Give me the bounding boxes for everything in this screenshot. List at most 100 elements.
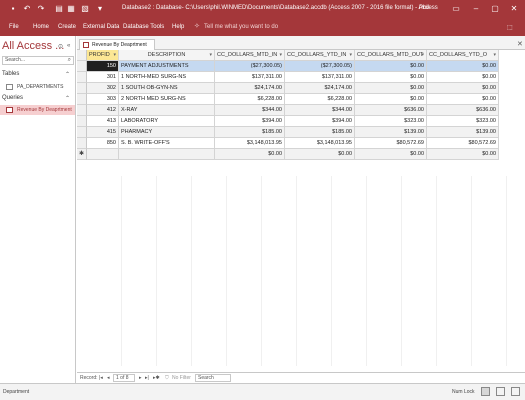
table-cell[interactable]: $3,148,013.95 <box>215 138 285 149</box>
nav-item-pa-departments[interactable]: PA_DEPARTMENTS <box>0 82 75 92</box>
next-record-button[interactable]: ▸ <box>139 375 142 381</box>
nav-group-queries[interactable]: Queries <box>2 95 23 101</box>
row-selector[interactable] <box>77 116 87 127</box>
column-header[interactable]: DESCRIPTION ▾ <box>119 50 215 61</box>
table-cell[interactable]: $3,148,013.95 <box>285 138 355 149</box>
table-cell[interactable]: 2 NORTH MED SURG-NS <box>119 94 215 105</box>
select-all-button[interactable] <box>77 50 87 61</box>
share-icon[interactable]: ⬚ <box>507 24 513 31</box>
filter-status[interactable]: No Filter <box>172 375 191 381</box>
table-row[interactable]: 303 2 NORTH MED SURG-NS $6,228.00 $6,228… <box>77 94 499 105</box>
table-row[interactable]: 413 LABORATORY $394.00 $394.00 $323.00 $… <box>77 116 499 127</box>
table-cell[interactable]: $394.00 <box>215 116 285 127</box>
table-cell[interactable]: $0.00 <box>215 149 285 160</box>
table-row[interactable]: 850 S. B. WRITE-OFF'S $3,148,013.95 $3,1… <box>77 138 499 149</box>
table-cell[interactable]: 303 <box>87 94 119 105</box>
table-cell[interactable]: $0.00 <box>355 149 427 160</box>
sql-view-icon[interactable] <box>496 387 505 396</box>
table-row[interactable]: 415 PHARMACY $185.00 $185.00 $139.00 $13… <box>77 127 499 138</box>
nav-item-revenue-query[interactable]: Revenue By Deaprtment <box>0 105 75 115</box>
nav-menu-icon[interactable]: ⊙ <box>58 43 63 50</box>
table-row[interactable]: 302 1 SOUTH OB-GYN-NS $24,174.00 $24,174… <box>77 83 499 94</box>
table-row[interactable]: 301 1 NORTH-MED SURG-NS $137,311.00 $137… <box>77 72 499 83</box>
table-cell[interactable]: $137,311.00 <box>215 72 285 83</box>
quick-access-icon[interactable]: ▤ <box>54 4 64 14</box>
row-selector[interactable] <box>77 72 87 83</box>
table-cell[interactable]: $0.00 <box>427 83 499 94</box>
table-cell[interactable]: $0.00 <box>427 61 499 72</box>
table-cell[interactable]: 412 <box>87 105 119 116</box>
table-cell[interactable]: $323.00 <box>427 116 499 127</box>
close-button[interactable]: ✕ <box>506 2 522 16</box>
table-cell[interactable]: $24,174.00 <box>215 83 285 94</box>
current-record-input[interactable]: 1 of 8 <box>113 374 135 382</box>
maximize-button[interactable]: ▢ <box>487 2 503 16</box>
minimize-button[interactable]: – <box>468 2 484 16</box>
tab-create[interactable]: Create <box>58 24 76 30</box>
column-header[interactable]: CC_DOLLARS_YTD_IN ▾ <box>285 50 355 61</box>
ribbon-display-icon[interactable]: ▭ <box>448 2 464 16</box>
chevron-up-icon[interactable]: ⌃ <box>65 95 70 102</box>
table-cell[interactable]: $323.00 <box>355 116 427 127</box>
document-tab[interactable]: Revenue By Deaprtment <box>79 39 155 50</box>
quick-access-icon[interactable]: ▦ <box>66 4 76 14</box>
previous-record-button[interactable]: ◂ <box>107 375 110 381</box>
table-cell[interactable]: $6,228.00 <box>215 94 285 105</box>
first-record-button[interactable]: |◂ <box>99 375 103 381</box>
table-cell[interactable]: $0.00 <box>427 94 499 105</box>
table-cell[interactable]: $80,572.69 <box>355 138 427 149</box>
new-record-button[interactable]: ▸✱ <box>153 375 160 381</box>
table-cell[interactable]: 302 <box>87 83 119 94</box>
table-row[interactable]: 150 PAYMENT ADJUSTMENTS ($27,300.05) ($2… <box>77 61 499 72</box>
table-cell[interactable]: 301 <box>87 72 119 83</box>
row-selector[interactable] <box>77 127 87 138</box>
table-cell[interactable]: $636.00 <box>355 105 427 116</box>
table-cell[interactable]: $139.00 <box>427 127 499 138</box>
table-cell[interactable]: $0.00 <box>355 72 427 83</box>
row-selector[interactable] <box>77 94 87 105</box>
quick-access-icon[interactable]: ▧ <box>80 4 90 14</box>
column-header[interactable]: CC_DOLLARS_YTD_O ▾ <box>427 50 499 61</box>
table-cell[interactable]: $137,311.00 <box>285 72 355 83</box>
table-cell[interactable]: 1 SOUTH OB-GYN-NS <box>119 83 215 94</box>
table-cell[interactable]: $0.00 <box>355 94 427 105</box>
nav-group-tables[interactable]: Tables <box>2 71 19 77</box>
table-cell[interactable]: S. B. WRITE-OFF'S <box>119 138 215 149</box>
datasheet-view-icon[interactable] <box>481 387 490 396</box>
table-cell[interactable]: $24,174.00 <box>285 83 355 94</box>
table-cell[interactable]: 1 NORTH-MED SURG-NS <box>119 72 215 83</box>
table-cell[interactable] <box>87 149 119 160</box>
table-cell[interactable]: LABORATORY <box>119 116 215 127</box>
save-icon[interactable]: ▪ <box>8 4 18 14</box>
table-cell[interactable]: $185.00 <box>285 127 355 138</box>
table-cell[interactable]: $0.00 <box>427 72 499 83</box>
tab-home[interactable]: Home <box>33 24 49 30</box>
search-input[interactable]: Search <box>195 374 231 382</box>
table-row[interactable]: 412 X-RAY $344.00 $344.00 $636.00 $636.0… <box>77 105 499 116</box>
nav-search-input[interactable]: Search... ⌕ <box>2 56 74 65</box>
last-record-button[interactable]: ▸| <box>145 375 149 381</box>
table-cell[interactable]: $0.00 <box>355 83 427 94</box>
tell-me-box[interactable]: Tell me what you want to do <box>204 24 278 30</box>
table-cell[interactable]: $185.00 <box>215 127 285 138</box>
table-cell[interactable]: 850 <box>87 138 119 149</box>
table-cell[interactable] <box>119 149 215 160</box>
column-header[interactable]: CC_DOLLARS_MTD_OUT ▾ <box>355 50 427 61</box>
table-cell[interactable]: 150 <box>87 61 119 72</box>
tab-help[interactable]: Help <box>172 24 184 30</box>
table-cell[interactable]: $344.00 <box>215 105 285 116</box>
undo-icon[interactable]: ↶ <box>22 4 32 14</box>
table-cell[interactable]: $80,572.69 <box>427 138 499 149</box>
user-name[interactable]: Phil <box>419 5 429 11</box>
row-selector[interactable] <box>77 83 87 94</box>
design-view-icon[interactable] <box>511 387 520 396</box>
table-cell[interactable]: 415 <box>87 127 119 138</box>
table-cell[interactable]: $6,228.00 <box>285 94 355 105</box>
row-selector[interactable] <box>77 138 87 149</box>
table-cell[interactable]: $139.00 <box>355 127 427 138</box>
table-cell[interactable]: $0.00 <box>355 61 427 72</box>
tab-external-data[interactable]: External Data <box>83 24 119 30</box>
table-cell[interactable]: PHARMACY <box>119 127 215 138</box>
collapse-pane-icon[interactable]: « <box>67 43 70 49</box>
table-cell[interactable]: X-RAY <box>119 105 215 116</box>
